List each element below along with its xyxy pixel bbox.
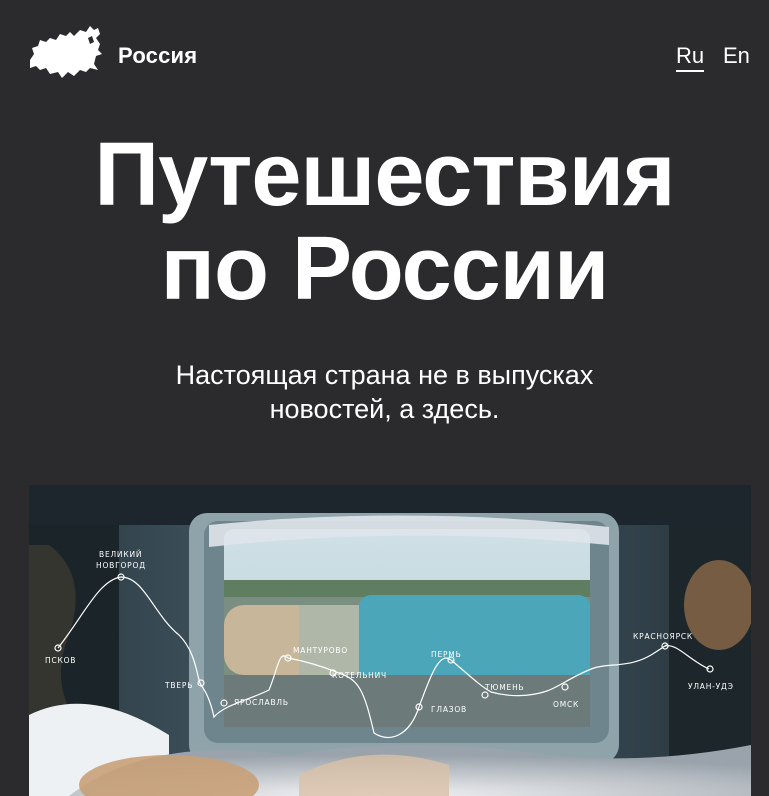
city-label-vnovgorod-2: НОВГОРОД — [96, 561, 146, 570]
subtitle-line-2: новостей, а здесь. — [269, 394, 500, 424]
city-label-krasnoyarsk: КРАСНОЯРСК — [633, 632, 693, 641]
city-node-9 — [561, 683, 569, 691]
city-node-3 — [220, 699, 228, 707]
page-title: Путешествия по России — [0, 128, 769, 316]
hero-photo: ПСКОВ ВЕЛИКИЙ НОВГОРОД ТВЕРЬ ЯРОСЛАВЛЬ М… — [29, 485, 751, 796]
russia-map-icon[interactable] — [28, 24, 104, 80]
city-label-omsk: ОМСК — [553, 700, 579, 709]
lang-en-link[interactable]: En — [723, 43, 750, 69]
page-subtitle: Настоящая страна не в выпусках новостей,… — [0, 358, 769, 426]
city-label-glazov: ГЛАЗОВ — [431, 705, 467, 714]
city-label-kotelnich: КОТЕЛЬНИЧ — [332, 671, 387, 680]
site-header: Россия Ru En — [0, 0, 769, 110]
city-label-vnovgorod-1: ВЕЛИКИЙ — [99, 550, 142, 559]
city-label-manturovo: МАНТУРОВО — [293, 646, 348, 655]
city-label-ulan-ude: УЛАН-УДЭ — [688, 682, 734, 691]
city-labels: ПСКОВ ВЕЛИКИЙ НОВГОРОД ТВЕРЬ ЯРОСЛАВЛЬ М… — [45, 550, 734, 714]
subtitle-line-1: Настоящая страна не в выпусках — [175, 360, 594, 390]
lang-ru-link[interactable]: Ru — [676, 43, 705, 72]
city-node-8 — [481, 691, 489, 699]
route-line — [57, 576, 710, 738]
brand-name[interactable]: Россия — [118, 43, 197, 69]
title-line-2: по России — [160, 219, 610, 319]
city-label-tver: ТВЕРЬ — [164, 681, 193, 690]
city-label-perm: ПЕРМЬ — [431, 650, 462, 659]
city-label-pskov: ПСКОВ — [45, 656, 76, 665]
route-map-overlay: ПСКОВ ВЕЛИКИЙ НОВГОРОД ТВЕРЬ ЯРОСЛАВЛЬ М… — [45, 550, 734, 738]
city-label-tyumen: ТЮМЕНЬ — [484, 683, 524, 692]
city-label-yaroslavl: ЯРОСЛАВЛЬ — [234, 698, 289, 707]
title-line-1: Путешествия — [94, 125, 675, 225]
